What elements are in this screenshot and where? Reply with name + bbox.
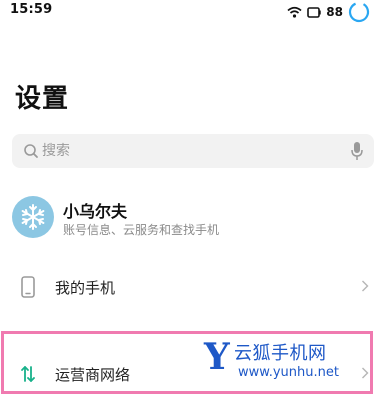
snowflake-icon	[21, 204, 45, 230]
watermark: Y 云狐手机网 www.yunhu.net	[204, 337, 374, 387]
settings-item-my-phone[interactable]: 我的手机	[0, 261, 378, 311]
watermark-url: www.yunhu.net	[238, 365, 339, 380]
battery-icon	[307, 6, 321, 18]
battery-level: 88	[326, 5, 343, 19]
search-bar[interactable]	[12, 134, 374, 168]
wifi-icon	[287, 6, 302, 18]
search-icon	[24, 144, 38, 158]
account-row[interactable]: 小乌尔夫 账号信息、云服务和查找手机	[0, 188, 378, 246]
search-input[interactable]	[42, 134, 342, 168]
phone-icon	[21, 276, 35, 298]
settings-item-label: 我的手机	[55, 279, 116, 297]
loading-ring-icon	[348, 1, 370, 23]
microphone-icon[interactable]	[350, 141, 364, 161]
status-icons: 88	[287, 1, 370, 23]
watermark-title: 云狐手机网	[234, 343, 327, 364]
avatar	[12, 196, 54, 238]
watermark-logo-letter: Y	[204, 336, 230, 378]
account-subtitle: 账号信息、云服务和查找手机	[63, 223, 220, 237]
status-bar: 15:59 88	[0, 0, 378, 24]
page-title: 设置	[15, 84, 70, 114]
account-name: 小乌尔夫	[63, 202, 128, 221]
chevron-right-icon	[362, 280, 369, 292]
status-time: 15:59	[10, 2, 53, 17]
